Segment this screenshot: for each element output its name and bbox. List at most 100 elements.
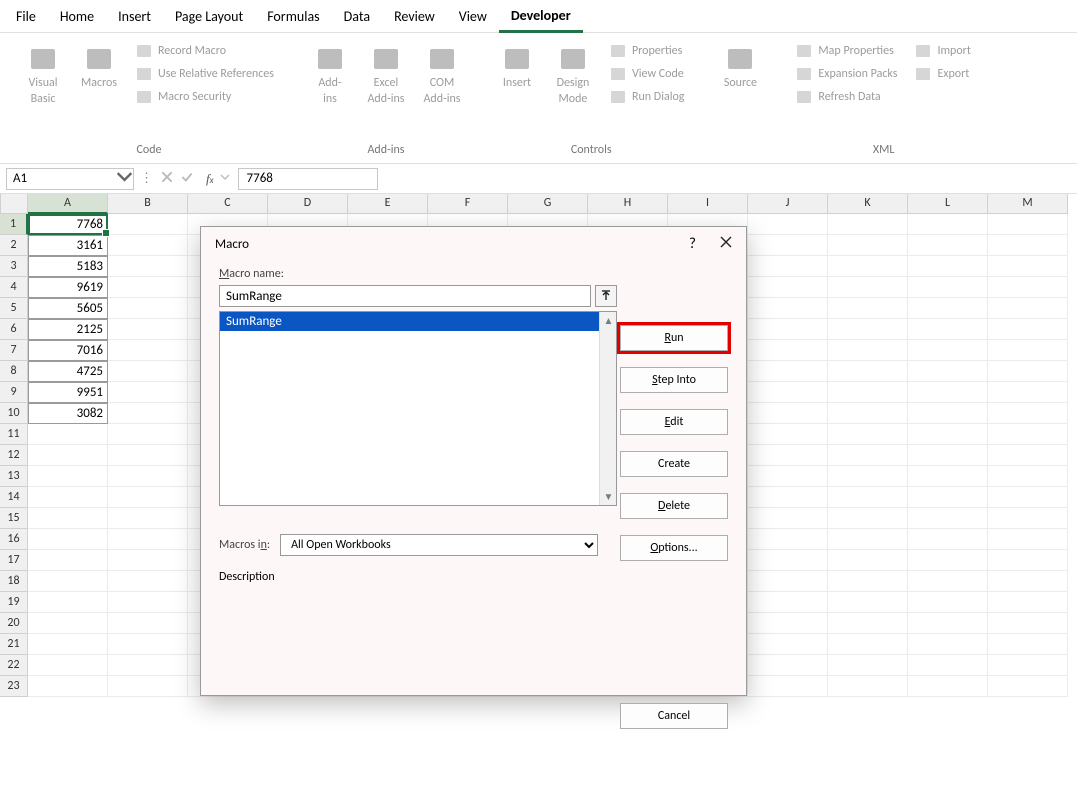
cell[interactable] (988, 403, 1068, 424)
cell[interactable] (28, 613, 108, 634)
cell[interactable] (748, 235, 828, 256)
help-icon[interactable]: ? (689, 235, 696, 253)
cell[interactable] (748, 445, 828, 466)
cell[interactable] (108, 319, 188, 340)
cell[interactable]: 3082 (28, 403, 108, 424)
cell[interactable] (828, 256, 908, 277)
cell[interactable] (748, 298, 828, 319)
cell[interactable]: 5183 (28, 256, 108, 277)
cell[interactable] (908, 508, 988, 529)
addins-button[interactable]: Add-ins (307, 41, 353, 109)
cell[interactable] (748, 634, 828, 655)
cell[interactable] (828, 214, 908, 235)
cell[interactable] (908, 655, 988, 676)
map-properties-button[interactable]: Map Properties (792, 41, 901, 61)
cell[interactable] (908, 256, 988, 277)
cell[interactable] (908, 592, 988, 613)
cell[interactable] (828, 508, 908, 529)
cell[interactable] (108, 508, 188, 529)
cell[interactable] (908, 382, 988, 403)
row-header[interactable]: 16 (0, 529, 28, 550)
cell[interactable] (748, 613, 828, 634)
row-header[interactable]: 19 (0, 592, 28, 613)
column-header[interactable]: F (428, 194, 508, 214)
cell[interactable] (988, 298, 1068, 319)
cell[interactable] (748, 550, 828, 571)
cell[interactable] (988, 361, 1068, 382)
cell[interactable] (748, 277, 828, 298)
tab-view[interactable]: View (447, 1, 499, 31)
cell[interactable] (988, 571, 1068, 592)
column-header[interactable]: E (348, 194, 428, 214)
cell[interactable] (908, 571, 988, 592)
cell[interactable] (108, 382, 188, 403)
cell[interactable] (28, 466, 108, 487)
row-header[interactable]: 8 (0, 361, 28, 382)
cell[interactable] (908, 277, 988, 298)
cell[interactable] (28, 571, 108, 592)
macro-name-input[interactable] (219, 285, 591, 307)
fx-dropdown-icon[interactable] (220, 171, 230, 186)
cell[interactable] (828, 424, 908, 445)
cell[interactable] (828, 634, 908, 655)
use-relative-button[interactable]: Use Relative References (132, 64, 278, 84)
column-header[interactable]: J (748, 194, 828, 214)
cell[interactable] (108, 676, 188, 697)
cell[interactable] (748, 256, 828, 277)
fx-label[interactable]: fx (206, 171, 214, 187)
cell[interactable] (828, 529, 908, 550)
cell[interactable] (28, 676, 108, 697)
cell[interactable] (908, 676, 988, 697)
cell[interactable] (748, 403, 828, 424)
tab-data[interactable]: Data (332, 1, 382, 31)
cell[interactable] (748, 655, 828, 676)
name-box-dropdown-icon[interactable] (116, 168, 133, 189)
row-header[interactable]: 10 (0, 403, 28, 424)
cell[interactable] (748, 571, 828, 592)
cell[interactable] (108, 592, 188, 613)
cell[interactable] (908, 487, 988, 508)
column-header[interactable]: A (28, 194, 108, 214)
cell[interactable] (828, 382, 908, 403)
scrollbar[interactable]: ▲ ▼ (599, 312, 616, 505)
design-mode-button[interactable]: DesignMode (550, 41, 596, 109)
scroll-up-icon[interactable]: ▲ (600, 312, 617, 329)
expansion-packs-button[interactable]: Expansion Packs (792, 64, 901, 84)
cell[interactable] (108, 340, 188, 361)
cell[interactable] (828, 298, 908, 319)
cell[interactable] (988, 676, 1068, 697)
cell[interactable] (748, 676, 828, 697)
cell[interactable] (908, 298, 988, 319)
cell[interactable] (828, 403, 908, 424)
row-header[interactable]: 2 (0, 235, 28, 256)
cell[interactable] (28, 634, 108, 655)
select-all-corner[interactable] (0, 194, 28, 214)
cell[interactable] (988, 424, 1068, 445)
refresh-data-button[interactable]: Refresh Data (792, 87, 901, 107)
cell[interactable] (828, 466, 908, 487)
cell[interactable] (988, 256, 1068, 277)
cell[interactable] (108, 655, 188, 676)
cell[interactable] (108, 487, 188, 508)
column-header[interactable]: K (828, 194, 908, 214)
cell[interactable] (108, 403, 188, 424)
cell[interactable] (988, 613, 1068, 634)
column-header[interactable]: G (508, 194, 588, 214)
cell[interactable] (908, 550, 988, 571)
row-header[interactable]: 17 (0, 550, 28, 571)
cell[interactable] (108, 634, 188, 655)
row-header[interactable]: 1 (0, 214, 28, 235)
cell[interactable] (908, 634, 988, 655)
tab-insert[interactable]: Insert (106, 1, 163, 31)
cell[interactable] (828, 571, 908, 592)
cell[interactable] (108, 571, 188, 592)
cell[interactable] (828, 340, 908, 361)
cell[interactable] (828, 676, 908, 697)
cell[interactable] (988, 592, 1068, 613)
cell[interactable] (108, 235, 188, 256)
cell[interactable] (748, 529, 828, 550)
cell[interactable] (28, 655, 108, 676)
name-box[interactable] (6, 168, 134, 190)
cell[interactable] (988, 529, 1068, 550)
options--button[interactable]: Options... (620, 535, 728, 561)
